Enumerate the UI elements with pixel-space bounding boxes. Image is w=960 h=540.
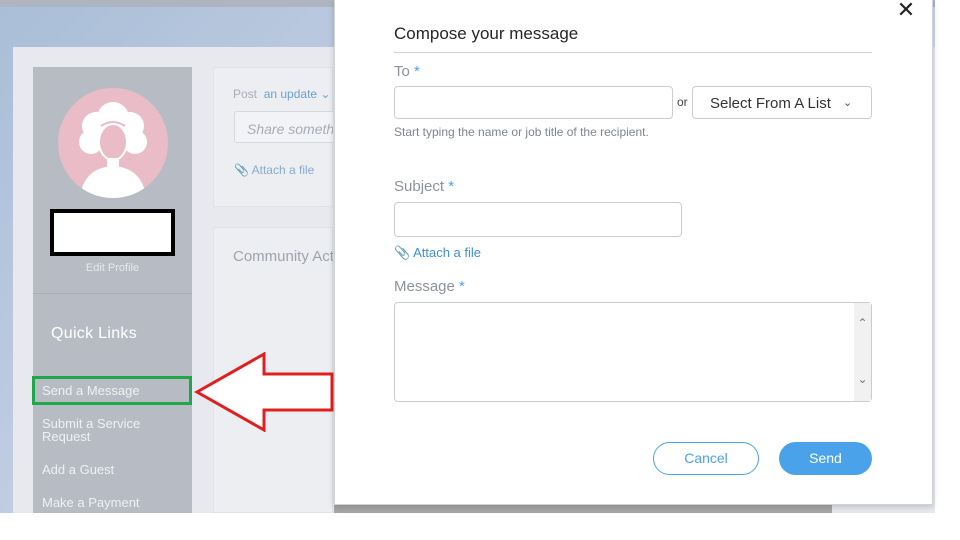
to-hint: Start typing the name or job title of th… (394, 125, 649, 139)
select-from-list-dropdown[interactable]: Select From A List ⌄ (692, 86, 872, 119)
post-attach-link[interactable]: 📎 Attach a file (234, 163, 314, 177)
paperclip-icon: 📎 (394, 245, 411, 260)
left-arrow-icon (194, 352, 334, 432)
highlight-box (32, 376, 192, 405)
share-input[interactable]: Share something... (234, 111, 333, 143)
avatar[interactable] (58, 88, 168, 198)
quick-link-make-payment[interactable]: Make a Payment (42, 496, 140, 509)
or-text: or (677, 95, 688, 109)
required-marker: * (448, 178, 455, 195)
post-type-label: Post an update ⌄ (233, 87, 330, 101)
redacted-name-box (50, 209, 175, 256)
send-button[interactable]: Send (779, 442, 872, 475)
subject-label: Subject * (394, 178, 454, 195)
quick-link-service-request[interactable]: Submit a Service Request (42, 417, 177, 443)
post-type-value: an update (263, 87, 318, 101)
chevron-down-icon: ⌄ (320, 87, 331, 101)
chevron-up-icon[interactable]: ⌃ (854, 316, 871, 330)
subject-input[interactable] (394, 202, 682, 237)
modal-divider (394, 52, 872, 53)
background-image-strip (334, 505, 832, 513)
paperclip-icon: 📎 (234, 163, 249, 177)
post-prefix: Post (233, 87, 258, 101)
message-label-text: Message (394, 278, 455, 295)
quick-link-add-guest[interactable]: Add a Guest (42, 463, 114, 476)
attach-file-link[interactable]: 📎 Attach a file (394, 245, 481, 261)
required-marker: * (459, 278, 465, 295)
edit-profile-link[interactable]: Edit Profile (33, 262, 192, 274)
post-type-dropdown[interactable]: an update ⌄ (264, 87, 331, 101)
required-marker: * (414, 63, 420, 80)
cancel-button[interactable]: Cancel (653, 442, 759, 475)
subject-label-text: Subject (394, 178, 445, 195)
modal-title: Compose your message (394, 24, 579, 43)
message-textarea[interactable] (394, 302, 872, 402)
person-avatar-icon (79, 102, 147, 198)
close-icon[interactable]: ✕ (893, 0, 919, 22)
message-label: Message * (394, 278, 465, 295)
community-title: Community Activity (233, 248, 333, 265)
select-from-list-label: Select From A List (710, 95, 831, 112)
post-attach-label: Attach a file (251, 163, 315, 177)
chevron-down-icon: ⌄ (843, 97, 853, 109)
to-label-text: To (394, 63, 410, 80)
attach-file-label: Attach a file (413, 245, 482, 260)
to-label: To * (394, 63, 420, 80)
to-input[interactable] (394, 86, 673, 119)
chevron-down-icon[interactable]: ⌄ (854, 372, 871, 386)
quick-links-heading: Quick Links (51, 325, 137, 342)
screen: Edit Profile Quick Links Send a Message … (0, 0, 960, 540)
sidebar-divider (33, 293, 192, 294)
